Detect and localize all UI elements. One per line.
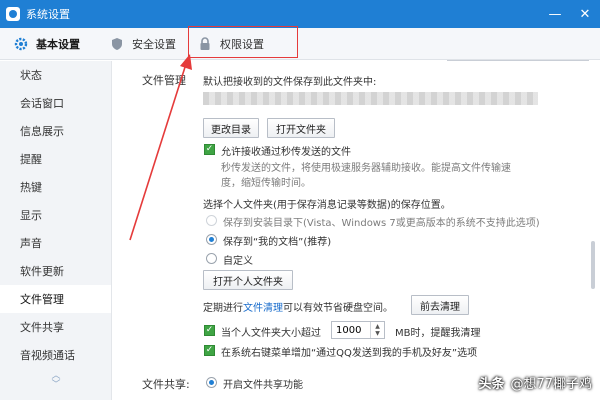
sidebar-item-info-display[interactable]: 信息展示 [0, 117, 111, 145]
spin-arrows[interactable]: ▲ ▼ [370, 322, 384, 338]
sidebar-item-label: 会话窗口 [20, 97, 64, 110]
cleanup-prefix: 定期进行 [203, 303, 243, 314]
main-panel: 文件管理 默认把接收到的文件保存到此文件夹中: 更改目录 打开文件夹 ✓ 允许接… [113, 61, 600, 400]
sidebar-item-label: 信息展示 [20, 125, 64, 138]
context-menu-checkbox[interactable]: ✓ [204, 345, 215, 356]
size-reminder-prefix: 当个人文件夹大小超过 [221, 328, 321, 339]
tab-security-settings[interactable]: 安全设置 [110, 28, 176, 60]
sidebar-item-label: 文件管理 [20, 293, 64, 306]
sidebar-item-label: 热键 [20, 181, 42, 194]
sidebar-item-chat-window[interactable]: 会话窗口 [0, 89, 111, 117]
radio-enable-file-sharing-label: 开启文件共享功能 [223, 380, 303, 391]
allow-flash-transfer-checkbox[interactable]: ✓ [204, 144, 215, 155]
sidebar-item-status[interactable]: 状态 [0, 61, 111, 89]
tab-label: 安全设置 [132, 38, 176, 51]
sidebar-item-hotkeys[interactable]: 热键 [0, 173, 111, 201]
title-bar: 系统设置 — ✕ [0, 0, 600, 28]
sidebar-item-reminder[interactable]: 提醒 [0, 145, 111, 173]
sidebar-item-label: 状态 [20, 69, 42, 82]
minimize-button[interactable]: — [540, 0, 570, 28]
watermark-handle: @想77椰子鸡 [510, 377, 592, 392]
sidebar-item-label: 软件更新 [20, 265, 64, 278]
close-button[interactable]: ✕ [570, 0, 600, 28]
sidebar-item-label: 文件共享 [20, 321, 64, 334]
watermark-prefix: 头条 [478, 377, 505, 392]
file-sharing-section-label: 文件共享: [142, 378, 190, 391]
radio-custom[interactable] [206, 253, 217, 264]
cleanup-text: 定期进行文件清理可以有效节省硬盘空间。 [203, 299, 393, 314]
window-controls: — ✕ [540, 0, 600, 28]
main-scrollbar[interactable] [591, 241, 595, 289]
save-path-blurred [203, 92, 538, 105]
radio-my-documents-label: 保存到“我的文档”(推荐) [223, 237, 332, 248]
size-limit-spinbox[interactable]: ▲▼ [331, 321, 385, 339]
go-cleanup-button[interactable]: 前去清理 [411, 295, 469, 315]
watermark: 头条 @想77椰子鸡 [478, 373, 592, 392]
shield-icon [110, 37, 124, 51]
personal-folder-text: 选择个人文件夹(用于保存消息记录等数据)的保存位置。 [203, 200, 451, 211]
file-cleanup-link[interactable]: 文件清理 [243, 303, 283, 314]
tab-basic-settings[interactable]: 基本设置 [14, 28, 80, 60]
change-directory-button[interactable]: 更改目录 [203, 118, 259, 138]
open-personal-folder-button[interactable]: 打开个人文件夹 [203, 270, 293, 290]
chevron-down-icon[interactable]: ﹀ [51, 381, 60, 390]
cleanup-suffix: 可以有效节省硬盘空间。 [283, 303, 393, 314]
radio-install-dir[interactable] [206, 215, 217, 226]
sidebar-item-label: 提醒 [20, 153, 42, 166]
default-save-text: 默认把接收到的文件保存到此文件夹中: [203, 77, 377, 88]
sidebar: 状态 会话窗口 信息展示 提醒 热键 显示 声音 软件更新 文件管理 文件共享 … [0, 61, 112, 400]
sidebar-item-sound[interactable]: 声音 [0, 229, 111, 257]
sidebar-item-file-management[interactable]: 文件管理 [0, 285, 111, 313]
radio-enable-file-sharing[interactable] [206, 377, 217, 388]
radio-custom-label: 自定义 [223, 256, 253, 267]
sidebar-item-display[interactable]: 显示 [0, 201, 111, 229]
open-folder-button[interactable]: 打开文件夹 [267, 118, 335, 138]
size-reminder-suffix: MB时，提醒我清理 [395, 328, 481, 339]
chevron-down-icon[interactable]: ▼ [375, 330, 380, 337]
context-menu-label: 在系统右键菜单增加“通过QQ发送到我的手机及好友”选项 [221, 348, 478, 359]
sidebar-item-av-call[interactable]: 音视频通话 [0, 341, 111, 369]
chevron-up-icon[interactable]: ▲ [375, 323, 380, 330]
sidebar-item-label: 声音 [20, 237, 42, 250]
sidebar-item-file-sharing[interactable]: 文件共享 [0, 313, 111, 341]
radio-install-dir-label: 保存到安装目录下(Vista、Windows 7或更高版本的系统不支持此选项) [223, 218, 540, 229]
gear-icon [14, 37, 28, 51]
permission-tab-highlight-box [188, 26, 298, 58]
radio-my-documents[interactable] [206, 234, 217, 245]
qq-logo-icon [6, 7, 20, 21]
sidebar-item-label: 显示 [20, 209, 42, 222]
size-reminder-checkbox[interactable]: ✓ [204, 325, 215, 336]
check-icon: ✓ [205, 345, 214, 355]
check-icon: ✓ [205, 144, 214, 154]
flash-desc-line1: 秒传发送的文件，将使用极速服务器辅助接收。能提高文件传输速 [221, 163, 511, 174]
tab-label: 基本设置 [36, 38, 80, 51]
tab-bar: 基本设置 安全设置 权限设置 [0, 28, 600, 80]
allow-flash-transfer-label: 允许接收通过秒传发送的文件 [221, 147, 351, 158]
window-title: 系统设置 [26, 8, 70, 21]
sidebar-item-software-update[interactable]: 软件更新 [0, 257, 111, 285]
sidebar-scroll-arrows[interactable]: ︿ ﹀ [50, 372, 62, 394]
file-management-section-label: 文件管理 [142, 74, 186, 87]
size-limit-input[interactable] [332, 322, 370, 338]
check-icon: ✓ [205, 325, 214, 335]
flash-desc-line2: 度，缩短传输时间。 [221, 178, 311, 189]
sidebar-item-label: 音视频通话 [20, 349, 75, 362]
